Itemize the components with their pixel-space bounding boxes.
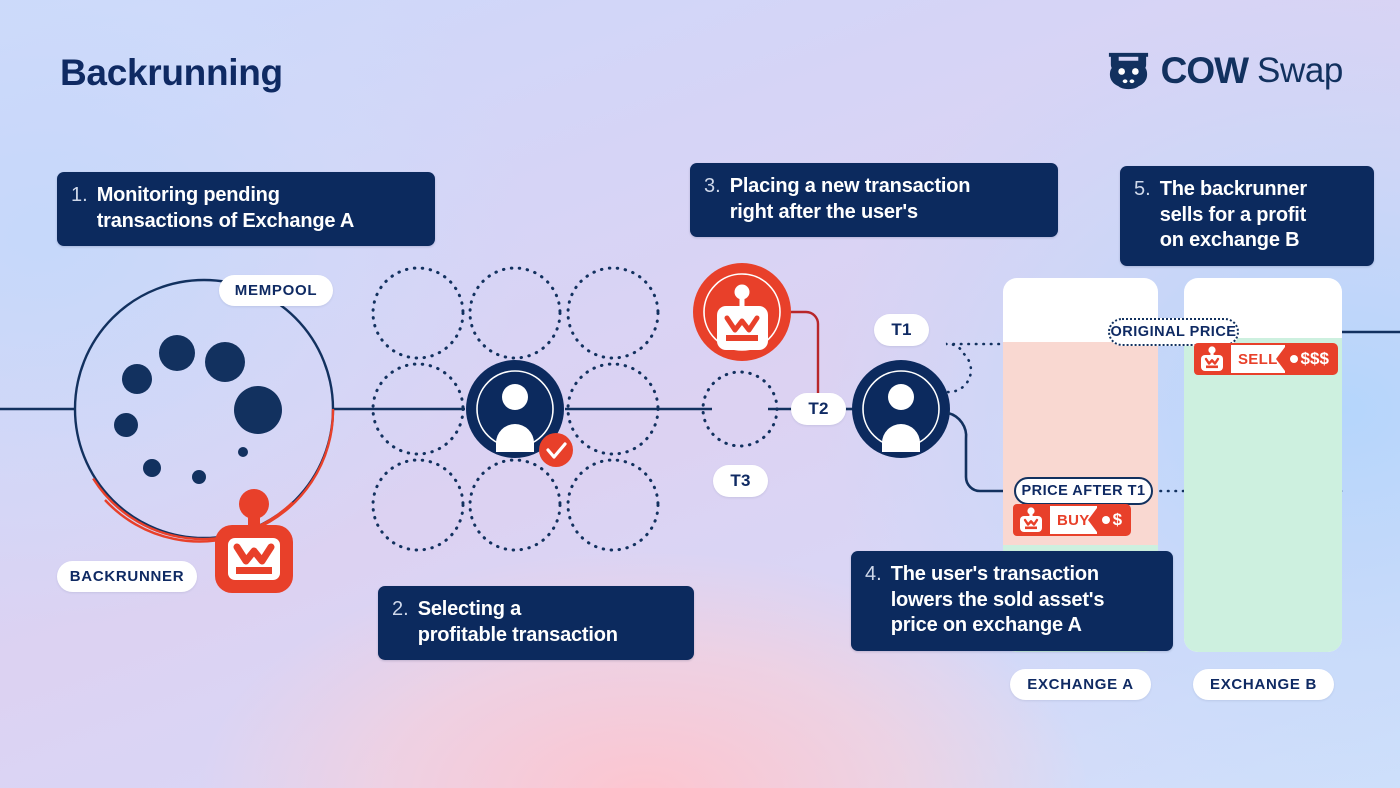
step-5-text: The backrunner sells for a profit on exc… <box>1159 178 1307 252</box>
buy-price-tag: $ <box>1087 504 1132 536</box>
step-4-text: The user's transaction lowers the sold a… <box>890 563 1105 637</box>
exchange-b-label: EXCHANGE B <box>1193 669 1334 700</box>
sell-price-tag: $$$ <box>1275 343 1338 375</box>
t2-label: T2 <box>791 393 846 425</box>
sell-tag-group: SELL $$$ <box>1194 343 1338 375</box>
step-4-callout: 4. The user's transaction lowers the sol… <box>851 551 1173 651</box>
backrunner-to-t2-connector <box>791 310 820 393</box>
step-5-number: 5. <box>1134 178 1151 200</box>
step-5-callout: 5. The backrunner sells for a profit on … <box>1120 166 1374 266</box>
brand-name: COW <box>1160 50 1249 91</box>
page-title: Backrunning <box>60 52 283 93</box>
step-2-callout: 2. Selecting a profitable transaction <box>378 586 694 661</box>
price-after-t1-label: PRICE AFTER T1 <box>1014 477 1153 505</box>
t3-label: T3 <box>713 465 768 497</box>
step-3-text: Placing a new transaction right after th… <box>729 175 971 223</box>
backrunner-bot-icon <box>215 489 293 593</box>
step-2-text: Selecting a profitable transaction <box>417 598 618 646</box>
brand-logo: COW Swap <box>1105 47 1343 94</box>
backrunner-label: BACKRUNNER <box>57 561 197 592</box>
bot-icon <box>1194 343 1229 375</box>
user-avatar-t1 <box>852 360 950 458</box>
check-badge-icon <box>539 433 573 467</box>
backrunner-node <box>693 263 791 361</box>
bot-icon <box>1013 504 1048 536</box>
exchange-b-price-band <box>1184 338 1342 652</box>
exchange-a-label: EXCHANGE A <box>1010 669 1151 700</box>
mempool-label: MEMPOOL <box>219 275 333 306</box>
step-1-callout: 1. Monitoring pending transactions of Ex… <box>57 172 435 247</box>
step-1-number: 1. <box>71 184 88 206</box>
brand-suffix: Swap <box>1257 51 1343 90</box>
original-price-label: ORIGINAL PRICE <box>1108 318 1239 346</box>
step-4-number: 4. <box>865 563 882 585</box>
step-2-number: 2. <box>392 598 409 620</box>
mempool-dots <box>114 335 282 484</box>
cow-head-icon <box>1108 52 1148 90</box>
t3-empty-circle <box>701 370 779 448</box>
step-1-text: Monitoring pending transactions of Excha… <box>96 184 355 232</box>
buy-tag-group: BUY $ <box>1013 504 1132 536</box>
step-3-number: 3. <box>704 175 721 197</box>
t1-label: T1 <box>874 314 929 346</box>
step-3-callout: 3. Placing a new transaction right after… <box>690 163 1058 238</box>
